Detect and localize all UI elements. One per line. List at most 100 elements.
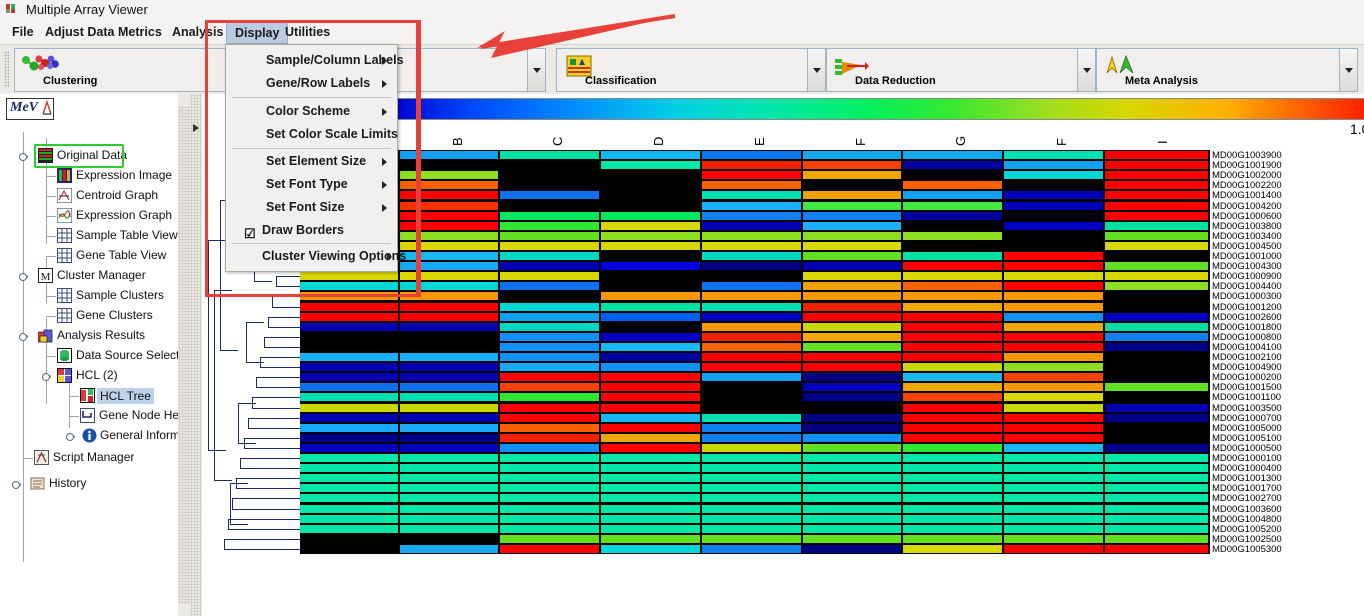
heatmap-cell[interactable] — [300, 464, 398, 473]
heatmap-cell[interactable] — [903, 544, 1002, 553]
heatmap-cell[interactable] — [300, 312, 398, 321]
data-reduction-dropdown-arrow[interactable] — [1077, 49, 1095, 91]
heatmap-cell[interactable] — [1105, 534, 1208, 543]
heatmap-cell[interactable] — [1004, 161, 1103, 170]
scroll-down-icon[interactable] — [178, 604, 190, 616]
heatmap-cell[interactable] — [1105, 484, 1208, 493]
heatmap-cell[interactable] — [702, 252, 801, 261]
heatmap-cell[interactable] — [1004, 322, 1103, 331]
heatmap-cell[interactable] — [300, 363, 398, 372]
toolbar-grip[interactable] — [4, 51, 10, 87]
heatmap-cell[interactable] — [500, 292, 599, 301]
heatmap-cell[interactable] — [803, 221, 901, 230]
heatmap-cell[interactable] — [702, 423, 801, 432]
heatmap-cell[interactable] — [702, 494, 801, 503]
heatmap-cell[interactable] — [1004, 171, 1103, 180]
heatmap-cell[interactable] — [903, 312, 1002, 321]
heatmap-cell[interactable] — [1004, 231, 1103, 240]
heatmap-cell[interactable] — [400, 433, 498, 442]
heatmap-cell[interactable] — [500, 171, 599, 180]
heatmap-cell[interactable] — [903, 171, 1002, 180]
heatmap-cell[interactable] — [903, 383, 1002, 392]
heatmap-cell[interactable] — [702, 383, 801, 392]
expand-handle-icon[interactable] — [19, 332, 28, 341]
heatmap-cell[interactable] — [803, 454, 901, 463]
heatmap-cell[interactable] — [400, 524, 498, 533]
heatmap-cell[interactable] — [1105, 322, 1208, 331]
heatmap-cell[interactable] — [500, 474, 599, 483]
heatmap-cell[interactable] — [903, 342, 1002, 351]
heatmap-cell[interactable] — [601, 474, 700, 483]
heatmap-cell[interactable] — [601, 373, 700, 382]
heatmap-cell[interactable] — [803, 252, 901, 261]
scroll-up-icon[interactable] — [178, 94, 190, 106]
heatmap-cell[interactable] — [702, 231, 801, 240]
heatmap-cell[interactable] — [1004, 423, 1103, 432]
heatmap-cell[interactable] — [1004, 443, 1103, 452]
heatmap-cell[interactable] — [500, 373, 599, 382]
heatmap-cell[interactable] — [1004, 544, 1103, 553]
heatmap-cell[interactable] — [702, 413, 801, 422]
heatmap-cell[interactable] — [601, 342, 700, 351]
heatmap-cell[interactable] — [500, 302, 599, 311]
heatmap-cell[interactable] — [1004, 363, 1103, 372]
heatmap-cell[interactable] — [1105, 423, 1208, 432]
heatmap-cell[interactable] — [300, 514, 398, 523]
heatmap-cell[interactable] — [1004, 373, 1103, 382]
heatmap-cell[interactable] — [500, 282, 599, 291]
heatmap-cell[interactable] — [500, 393, 599, 402]
heatmap-cell[interactable] — [1004, 191, 1103, 200]
heatmap-cell[interactable] — [903, 181, 1002, 190]
heatmap-cell[interactable] — [903, 211, 1002, 220]
meta-analysis-dropdown-arrow[interactable] — [1339, 49, 1357, 91]
heatmap-cell[interactable] — [500, 211, 599, 220]
heatmap-cell[interactable] — [702, 161, 801, 170]
heatmap-cell[interactable] — [803, 474, 901, 483]
heatmap-cell[interactable] — [702, 171, 801, 180]
heatmap-cell[interactable] — [400, 454, 498, 463]
heatmap-cell[interactable] — [1004, 151, 1103, 160]
heatmap-cell[interactable] — [803, 191, 901, 200]
heatmap-cell[interactable] — [500, 342, 599, 351]
heatmap-cell[interactable] — [400, 383, 498, 392]
heatmap-cell[interactable] — [1004, 504, 1103, 513]
heatmap-cell[interactable] — [400, 332, 498, 341]
heatmap-cell[interactable] — [601, 504, 700, 513]
heatmap-cell[interactable] — [903, 464, 1002, 473]
heatmap-cell[interactable] — [803, 151, 901, 160]
heatmap-cell[interactable] — [400, 342, 498, 351]
heatmap-cell[interactable] — [803, 494, 901, 503]
heatmap-cell[interactable] — [803, 524, 901, 533]
toolbar-button-data-reduction[interactable]: Data Reduction — [826, 48, 1096, 92]
heatmap-cell[interactable] — [1004, 413, 1103, 422]
heatmap-cell[interactable] — [1105, 524, 1208, 533]
heatmap-cell[interactable] — [500, 544, 599, 553]
heatmap-cell[interactable] — [1105, 292, 1208, 301]
heatmap-cell[interactable] — [400, 413, 498, 422]
heatmap-cell[interactable] — [803, 262, 901, 271]
heatmap-cell[interactable] — [300, 423, 398, 432]
heatmap-cell[interactable] — [1105, 504, 1208, 513]
menu-metrics[interactable]: Metrics — [110, 22, 170, 44]
menu-file[interactable]: File — [4, 22, 42, 44]
heatmap-cell[interactable] — [300, 342, 398, 351]
heatmap-cell[interactable] — [1004, 383, 1103, 392]
heatmap-cell[interactable] — [803, 312, 901, 321]
heatmap-cell[interactable] — [803, 332, 901, 341]
heatmap-cell[interactable] — [1004, 332, 1103, 341]
heatmap-cell[interactable] — [702, 151, 801, 160]
heatmap-cell[interactable] — [500, 464, 599, 473]
heatmap-cell[interactable] — [601, 221, 700, 230]
heatmap-cell[interactable] — [903, 363, 1002, 372]
heatmap-cell[interactable] — [601, 393, 700, 402]
heatmap-cell[interactable] — [1105, 544, 1208, 553]
heatmap-cell[interactable] — [500, 221, 599, 230]
heatmap-cell[interactable] — [601, 464, 700, 473]
heatmap-cell[interactable] — [702, 201, 801, 210]
heatmap-cell[interactable] — [400, 544, 498, 553]
heatmap-cell[interactable] — [601, 534, 700, 543]
heatmap-cell[interactable] — [702, 312, 801, 321]
heatmap-cell[interactable] — [500, 494, 599, 503]
scroll-right-icon[interactable] — [193, 124, 199, 132]
heatmap-cell[interactable] — [803, 544, 901, 553]
